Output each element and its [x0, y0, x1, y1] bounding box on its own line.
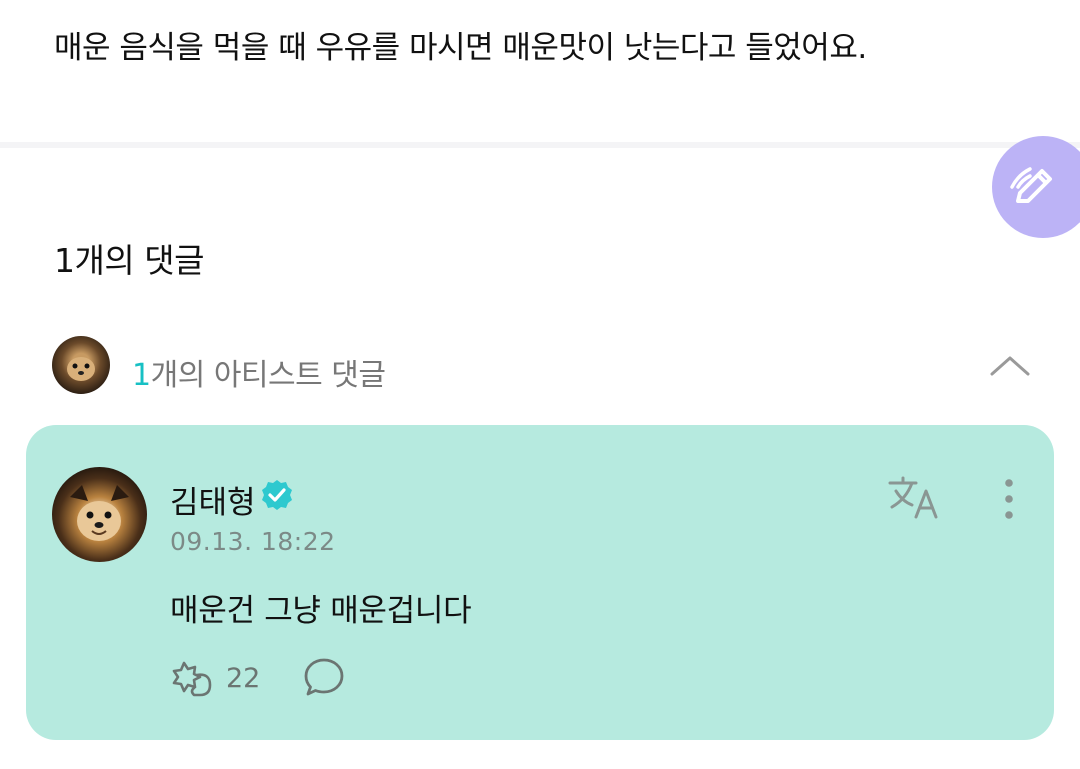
author-name[interactable]: 김태형: [170, 477, 256, 522]
write-comment-button[interactable]: [992, 136, 1080, 238]
more-vertical-icon[interactable]: [994, 477, 1024, 521]
like-count: 22: [226, 663, 261, 694]
artist-avatar: [52, 336, 110, 394]
artist-comments-label: 1개의 아티스트 댓글: [132, 350, 386, 394]
pencil-icon: [1010, 167, 1052, 203]
post-screen: 매운 음식을 먹을 때 우유를 마시면 매운맛이 낫는다고 들었어요. 1개의 …: [0, 0, 1080, 769]
artist-comments-toggle[interactable]: 1개의 아티스트 댓글: [52, 336, 1032, 394]
chevron-up-icon[interactable]: [988, 350, 1032, 380]
speech-bubble-icon[interactable]: [302, 655, 346, 699]
comment-timestamp: 09.13. 18:22: [170, 527, 336, 556]
artist-comments-text: 개의 아티스트 댓글: [150, 358, 386, 393]
translate-icon[interactable]: [886, 475, 942, 521]
comment-count-heading: 1개의 댓글: [54, 241, 204, 280]
artist-comment-card: 김태형 09.13. 18:22 매운건 그냥 매운겁니다 22: [26, 425, 1054, 740]
author-avatar[interactable]: [52, 467, 147, 562]
post-body-text: 매운 음식을 먹을 때 우유를 마시면 매운맛이 낫는다고 들었어요.: [54, 30, 867, 66]
artist-comment-count: 1: [132, 358, 151, 393]
verified-badge-icon: [262, 480, 292, 510]
section-divider: [0, 142, 1080, 148]
cheer-icon[interactable]: [170, 655, 214, 699]
comment-text: 매운건 그냥 매운겁니다: [170, 593, 472, 629]
